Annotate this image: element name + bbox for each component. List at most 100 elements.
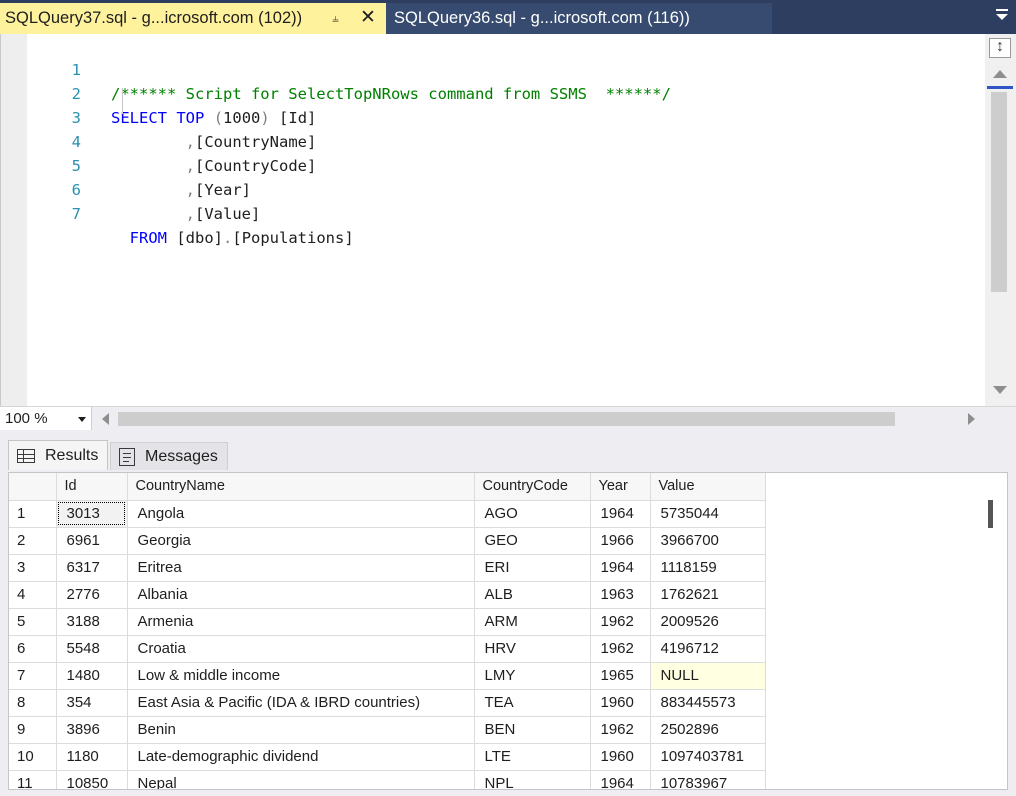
cell-value[interactable]: 883445573 bbox=[650, 689, 766, 717]
cell-year[interactable]: 1963 bbox=[590, 581, 651, 609]
cell-year[interactable]: 1962 bbox=[590, 716, 651, 744]
cell-id[interactable]: 354 bbox=[56, 689, 128, 717]
scroll-down-arrow-icon[interactable] bbox=[993, 386, 1007, 394]
query-editor[interactable]: 1 /****** Script for SelectTopNRows comm… bbox=[0, 34, 1016, 406]
cell-value-null[interactable]: NULL bbox=[650, 662, 766, 690]
row-number[interactable]: 9 bbox=[9, 716, 57, 744]
cell-id[interactable]: 2776 bbox=[56, 581, 128, 609]
row-number[interactable]: 2 bbox=[9, 527, 57, 555]
table-row[interactable]: 11 10850 Nepal NPL 1964 10783967 bbox=[9, 770, 766, 789]
cell-countryname[interactable]: Croatia bbox=[127, 635, 475, 663]
cell-countrycode[interactable]: LTE bbox=[474, 743, 591, 771]
cell-value[interactable]: 1097403781 bbox=[650, 743, 766, 771]
cell-id[interactable]: 1480 bbox=[56, 662, 128, 690]
cell-value[interactable]: 10783967 bbox=[650, 770, 766, 789]
column-header-id[interactable]: Id bbox=[56, 473, 128, 501]
table-row[interactable]: 9 3896 Benin BEN 1962 2502896 bbox=[9, 716, 766, 744]
cell-year[interactable]: 1960 bbox=[590, 689, 651, 717]
tab-sqlquery37[interactable]: SQLQuery37.sql - g...icrosoft.com (102))… bbox=[0, 3, 386, 34]
cell-countrycode[interactable]: AGO bbox=[474, 500, 591, 528]
cell-year[interactable]: 1964 bbox=[590, 770, 651, 789]
cell-countrycode[interactable]: ERI bbox=[474, 554, 591, 582]
cell-id[interactable]: 5548 bbox=[56, 635, 128, 663]
cell-id[interactable]: 10850 bbox=[56, 770, 128, 789]
cell-countrycode[interactable]: NPL bbox=[474, 770, 591, 789]
cell-value[interactable]: 1118159 bbox=[650, 554, 766, 582]
column-header-countrycode[interactable]: CountryCode bbox=[474, 473, 591, 501]
table-row[interactable]: 8 354 East Asia & Pacific (IDA & IBRD co… bbox=[9, 689, 766, 717]
row-number-header[interactable] bbox=[9, 473, 57, 501]
cell-id[interactable]: 6961 bbox=[56, 527, 128, 555]
cell-countryname[interactable]: Nepal bbox=[127, 770, 475, 789]
cell-countryname[interactable]: Late-demographic dividend bbox=[127, 743, 475, 771]
cell-countryname[interactable]: Albania bbox=[127, 581, 475, 609]
close-icon[interactable]: ✕ bbox=[360, 6, 376, 29]
cell-year[interactable]: 1964 bbox=[590, 500, 651, 528]
tab-list-dropdown-icon[interactable] bbox=[994, 9, 1010, 25]
cell-year[interactable]: 1966 bbox=[590, 527, 651, 555]
cell-id[interactable]: 1180 bbox=[56, 743, 128, 771]
cell-id[interactable]: 3013 bbox=[56, 500, 128, 528]
editor-hscroll-thumb[interactable] bbox=[118, 412, 895, 426]
cell-countryname[interactable]: Low & middle income bbox=[127, 662, 475, 690]
row-number[interactable]: 11 bbox=[9, 770, 57, 789]
scroll-up-arrow-icon[interactable] bbox=[993, 70, 1007, 78]
cell-value[interactable]: 2502896 bbox=[650, 716, 766, 744]
table-row[interactable]: 5 3188 Armenia ARM 1962 2009526 bbox=[9, 608, 766, 636]
pin-icon[interactable]: ⫨ bbox=[332, 11, 339, 26]
cell-countrycode[interactable]: GEO bbox=[474, 527, 591, 555]
editor-scroll-thumb[interactable] bbox=[991, 92, 1007, 292]
cell-countrycode[interactable]: HRV bbox=[474, 635, 591, 663]
tab-results[interactable]: Results bbox=[8, 440, 108, 470]
cell-year[interactable]: 1965 bbox=[590, 662, 651, 690]
split-window-icon[interactable]: ↕ bbox=[989, 38, 1011, 58]
cell-countrycode[interactable]: ARM bbox=[474, 608, 591, 636]
column-header-value[interactable]: Value bbox=[650, 473, 766, 501]
results-grid[interactable]: Id CountryName CountryCode Year Value 1 … bbox=[8, 472, 1008, 790]
row-number[interactable]: 1 bbox=[9, 500, 57, 528]
cell-countryname[interactable]: Eritrea bbox=[127, 554, 475, 582]
scroll-right-arrow-icon[interactable] bbox=[968, 413, 975, 425]
table-row[interactable]: 7 1480 Low & middle income LMY 1965 NULL bbox=[9, 662, 766, 690]
table-row[interactable]: 6 5548 Croatia HRV 1962 4196712 bbox=[9, 635, 766, 663]
table-row[interactable]: 2 6961 Georgia GEO 1966 3966700 bbox=[9, 527, 766, 555]
cell-countryname[interactable]: Georgia bbox=[127, 527, 475, 555]
cell-countrycode[interactable]: TEA bbox=[474, 689, 591, 717]
tab-messages[interactable]: Messages bbox=[110, 442, 228, 470]
chevron-down-icon[interactable] bbox=[78, 417, 86, 422]
row-number[interactable]: 3 bbox=[9, 554, 57, 582]
cell-year[interactable]: 1962 bbox=[590, 635, 651, 663]
cell-value[interactable]: 1762621 bbox=[650, 581, 766, 609]
table-row[interactable]: 1 3013 Angola AGO 1964 5735044 bbox=[9, 500, 766, 528]
table-row[interactable]: 10 1180 Late-demographic dividend LTE 19… bbox=[9, 743, 766, 771]
table-row[interactable]: 4 2776 Albania ALB 1963 1762621 bbox=[9, 581, 766, 609]
scroll-left-arrow-icon[interactable] bbox=[102, 413, 109, 425]
row-number[interactable]: 4 bbox=[9, 581, 57, 609]
column-header-year[interactable]: Year bbox=[590, 473, 651, 501]
zoom-dropdown[interactable]: 100 % bbox=[0, 407, 92, 431]
cell-value[interactable]: 4196712 bbox=[650, 635, 766, 663]
table-row[interactable]: 3 6317 Eritrea ERI 1964 1118159 bbox=[9, 554, 766, 582]
row-number[interactable]: 5 bbox=[9, 608, 57, 636]
cell-value[interactable]: 3966700 bbox=[650, 527, 766, 555]
row-number[interactable]: 6 bbox=[9, 635, 57, 663]
cell-countrycode[interactable]: BEN bbox=[474, 716, 591, 744]
cell-countryname[interactable]: Armenia bbox=[127, 608, 475, 636]
cell-value[interactable]: 2009526 bbox=[650, 608, 766, 636]
cell-countryname[interactable]: Benin bbox=[127, 716, 475, 744]
cell-year[interactable]: 1960 bbox=[590, 743, 651, 771]
row-number[interactable]: 8 bbox=[9, 689, 57, 717]
cell-year[interactable]: 1962 bbox=[590, 608, 651, 636]
tab-sqlquery36[interactable]: SQLQuery36.sql - g...icrosoft.com (116)) bbox=[386, 3, 772, 34]
column-header-countryname[interactable]: CountryName bbox=[127, 473, 475, 501]
cell-id[interactable]: 6317 bbox=[56, 554, 128, 582]
cell-value[interactable]: 5735044 bbox=[650, 500, 766, 528]
cell-id[interactable]: 3896 bbox=[56, 716, 128, 744]
grid-scroll-thumb[interactable] bbox=[988, 500, 993, 528]
cell-id[interactable]: 3188 bbox=[56, 608, 128, 636]
cell-year[interactable]: 1964 bbox=[590, 554, 651, 582]
cell-countryname[interactable]: Angola bbox=[127, 500, 475, 528]
cell-countrycode[interactable]: ALB bbox=[474, 581, 591, 609]
cell-countrycode[interactable]: LMY bbox=[474, 662, 591, 690]
cell-countryname[interactable]: East Asia & Pacific (IDA & IBRD countrie… bbox=[127, 689, 475, 717]
